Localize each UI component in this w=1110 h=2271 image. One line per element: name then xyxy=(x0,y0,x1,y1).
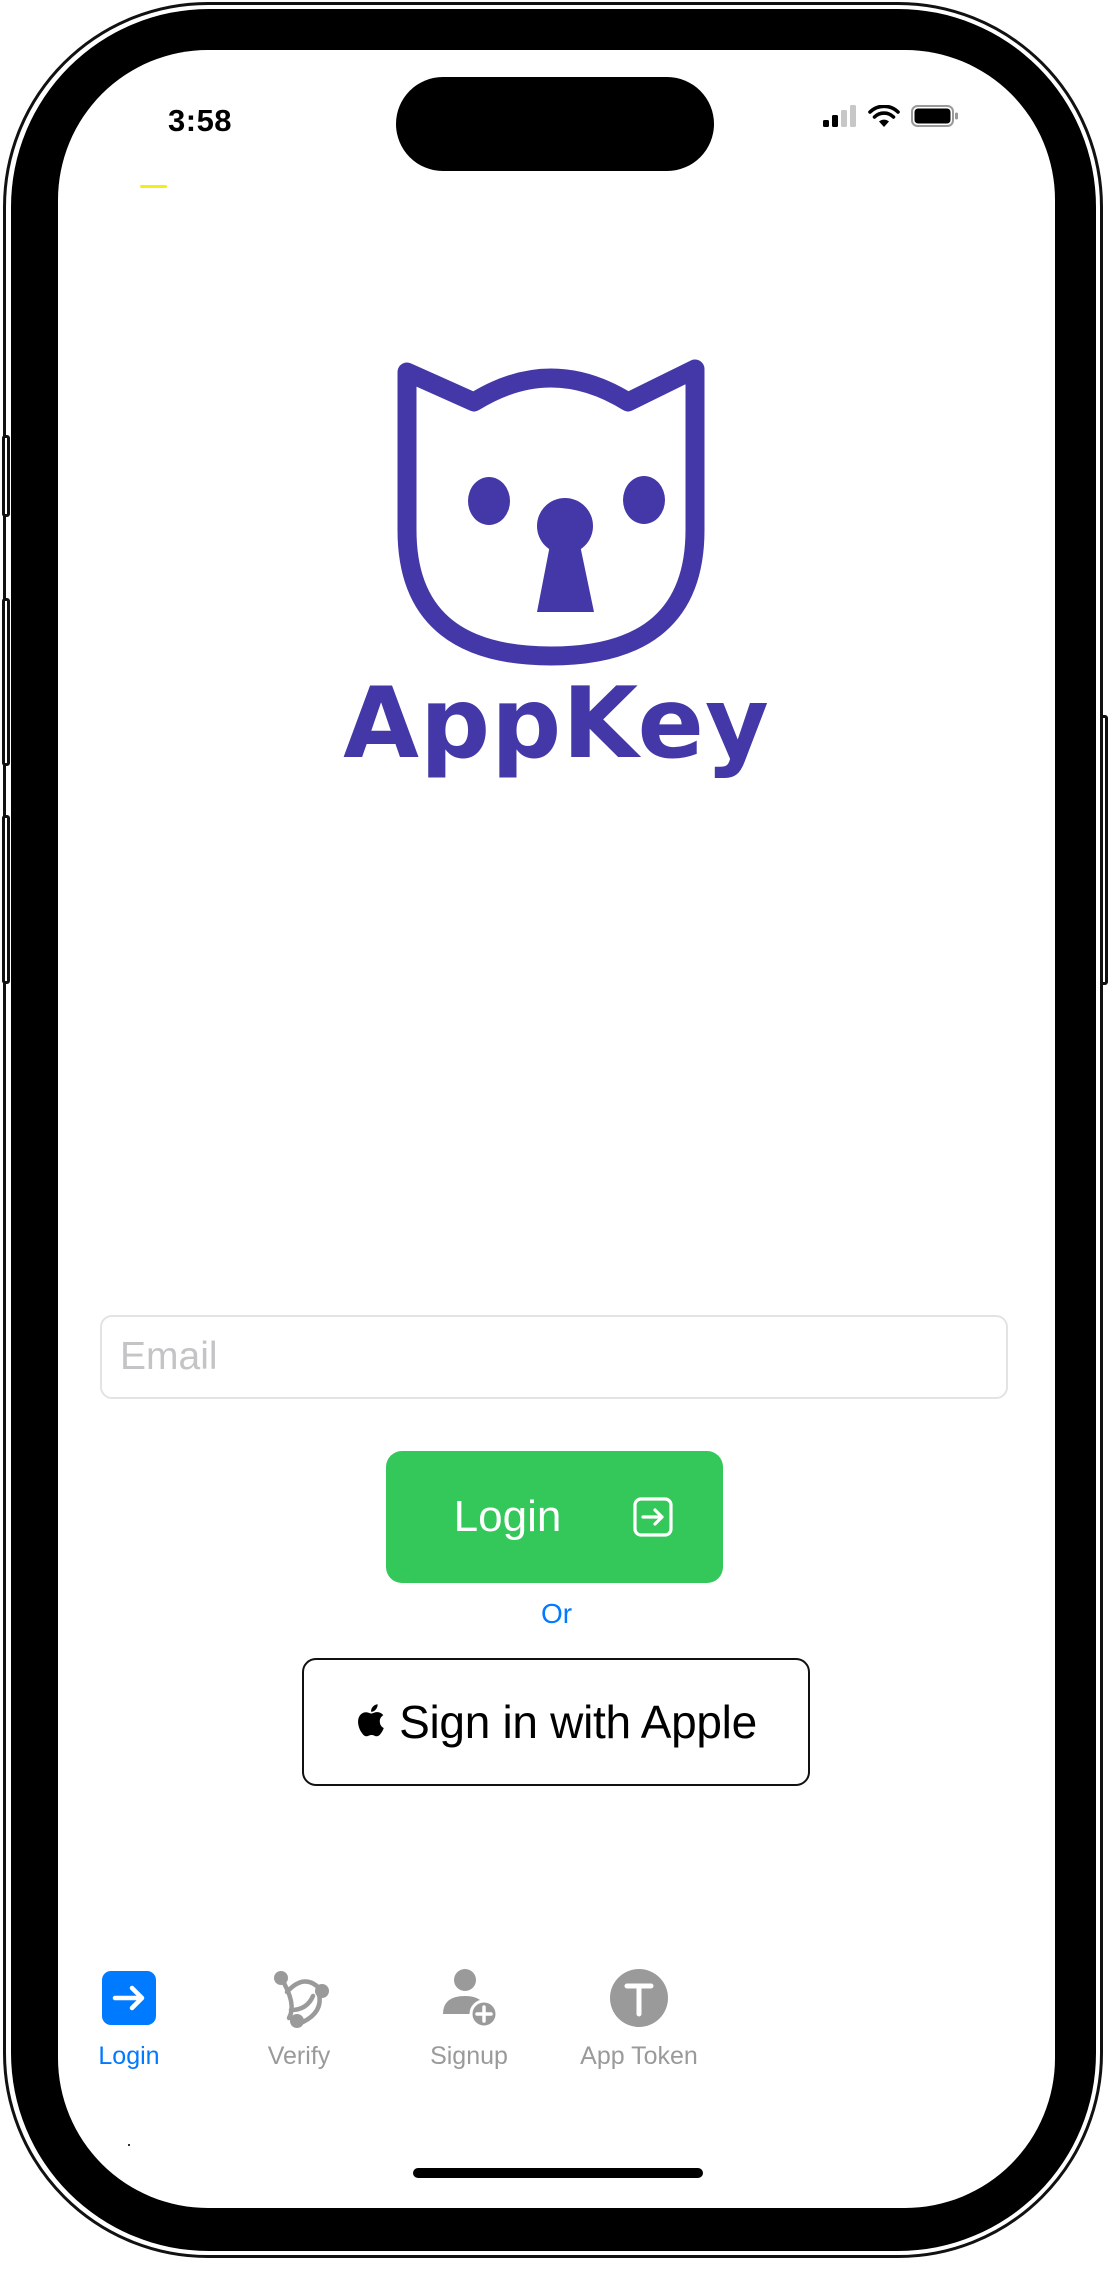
email-input[interactable] xyxy=(100,1315,1008,1399)
home-indicator[interactable] xyxy=(413,2168,703,2178)
token-t-circle-icon xyxy=(610,1969,668,2027)
screen: 3:58 AppKey Login xyxy=(58,50,1055,2208)
three-nodes-connected-icon xyxy=(274,1971,329,2028)
speck xyxy=(128,2144,130,2146)
yellow-debug-mark xyxy=(140,185,167,188)
tab-bar: Login Verify Signup App Token xyxy=(58,1950,1055,2090)
tab-label: Login xyxy=(98,2042,160,2070)
arrow-right-square-icon xyxy=(633,1497,673,1537)
sign-in-with-apple-label: Sign in with Apple xyxy=(399,1696,757,1748)
cat-keyhole-logo xyxy=(397,359,705,666)
status-time: 3:58 xyxy=(168,103,233,138)
wifi-icon xyxy=(868,104,900,127)
silent-switch xyxy=(2,435,10,517)
brand-name: AppKey xyxy=(343,667,770,781)
power-button xyxy=(1100,715,1108,985)
person-badge-plus-icon xyxy=(443,1969,499,2029)
status-icons xyxy=(823,104,959,128)
apple-logo-icon xyxy=(358,1704,384,1737)
or-divider-label: Or xyxy=(540,1598,573,1629)
signal-icon xyxy=(823,105,856,127)
arrow-right-square-icon xyxy=(102,1971,156,2025)
tab-label: Verify xyxy=(267,2042,331,2070)
tab-app-token[interactable]: App Token xyxy=(539,1950,739,2080)
sign-in-with-apple-button[interactable]: Sign in with Apple xyxy=(302,1658,810,1786)
volume-up-button xyxy=(2,598,10,766)
tab-label: Signup xyxy=(430,2042,508,2070)
login-button[interactable]: Login xyxy=(386,1451,723,1583)
volume-down-button xyxy=(2,815,10,984)
dynamic-island xyxy=(396,77,714,171)
login-button-label: Login xyxy=(453,1492,562,1541)
battery-icon xyxy=(911,105,958,127)
tab-label: App Token xyxy=(580,2042,698,2070)
